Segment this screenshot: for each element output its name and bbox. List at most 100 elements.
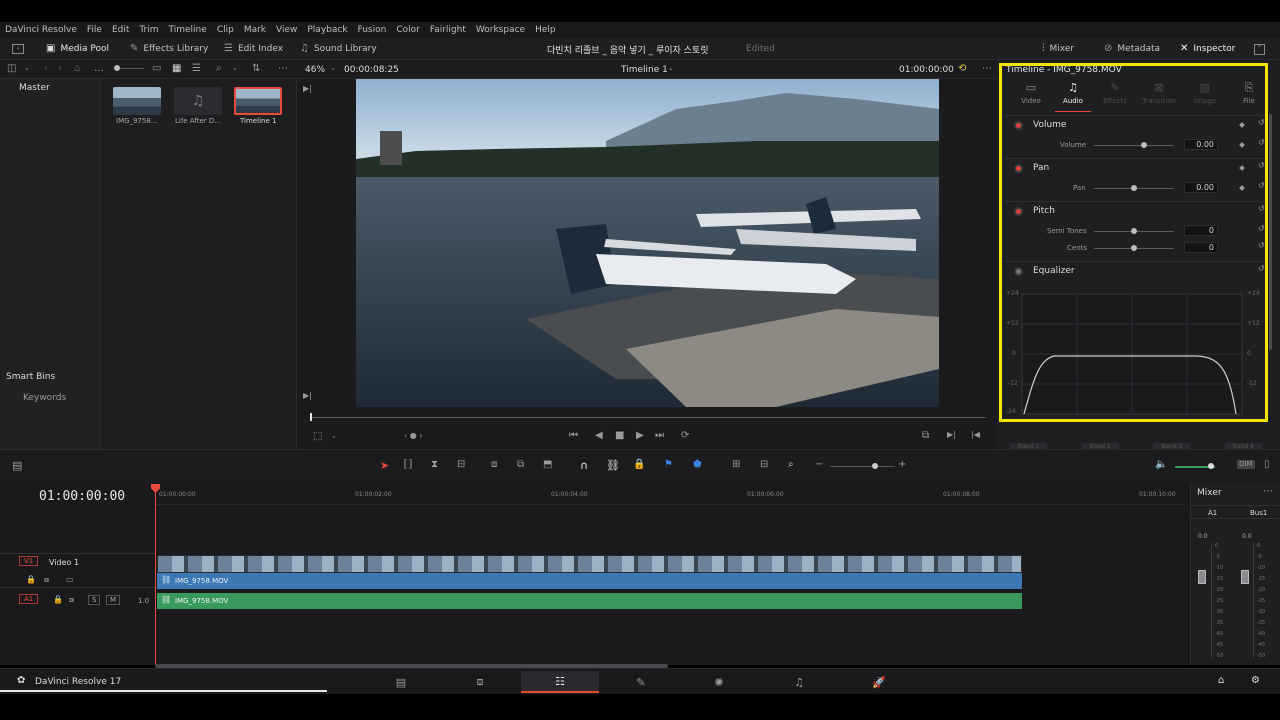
marker-icon[interactable]: ⬟: [693, 460, 702, 470]
playhead[interactable]: [151, 484, 160, 665]
volume-value[interactable]: 0.00: [1184, 139, 1218, 150]
menu-item-workspace[interactable]: Workspace: [476, 25, 525, 35]
monitor-volume-slider[interactable]: [1175, 463, 1215, 469]
keyframe-icon[interactable]: [1239, 165, 1245, 171]
keyframe-icon[interactable]: [1239, 142, 1245, 148]
more-icon[interactable]: ⋯: [982, 64, 992, 74]
thumbnail-size-slider[interactable]: [114, 65, 144, 71]
menu-item-fusion[interactable]: Fusion: [358, 25, 387, 35]
reset-icon[interactable]: ↺: [1258, 205, 1265, 213]
semitones-slider[interactable]: [1094, 228, 1174, 234]
tab-file[interactable]: ⎘ File: [1233, 82, 1265, 105]
menu-item-playback[interactable]: Playback: [307, 25, 347, 35]
menu-item-davinci-resolve[interactable]: DaVinci Resolve: [5, 25, 77, 35]
speaker-icon[interactable]: 🔈: [1155, 460, 1167, 470]
overwrite-clip-icon[interactable]: ⧉: [517, 460, 524, 470]
pane-toggle-icon[interactable]: ▯: [1264, 460, 1270, 470]
keyframe-icon[interactable]: [1239, 185, 1245, 191]
equalizer-enable-toggle[interactable]: [1014, 267, 1023, 276]
sync-icon[interactable]: ⟲: [958, 64, 966, 74]
forward-icon[interactable]: ›: [58, 64, 62, 74]
prev-marker-icon[interactable]: |◀: [971, 431, 980, 439]
menu-item-help[interactable]: Help: [535, 25, 556, 35]
pan-enable-toggle[interactable]: [1014, 164, 1023, 173]
timeline-thumbnail[interactable]: [234, 87, 282, 115]
back-icon[interactable]: ‹: [44, 64, 48, 74]
zoom-full-icon[interactable]: ⊞: [732, 460, 740, 470]
selection-tool-icon[interactable]: ➤: [380, 460, 389, 471]
timeline-ruler[interactable]: 01:00:00:00 01:00:02:00 01:00:04:00 01:0…: [155, 483, 1185, 505]
more-options-icon[interactable]: ⋯: [278, 64, 288, 74]
linked-selection-icon[interactable]: ⛓: [606, 460, 620, 471]
zoom-slider[interactable]: [830, 463, 895, 469]
page-edit-button[interactable]: ☷: [521, 671, 599, 693]
menu-item-mark[interactable]: Mark: [244, 25, 266, 35]
bus1-fader-handle[interactable]: [1241, 570, 1249, 584]
volume-slider-knob[interactable]: [1140, 142, 1147, 148]
media-pool-button[interactable]: ▣ Media Pool: [46, 42, 109, 56]
sidebar-toggle-icon[interactable]: ◫: [7, 64, 16, 74]
page-media-button[interactable]: ▤: [362, 671, 440, 693]
edit-index-button[interactable]: ☰ Edit Index: [224, 42, 283, 56]
flag-icon[interactable]: ⚑: [664, 460, 673, 470]
replace-clip-icon[interactable]: ⬒: [543, 460, 552, 470]
reset-icon[interactable]: ↺: [1258, 265, 1265, 273]
loop-icon[interactable]: ⟳: [681, 431, 689, 441]
reset-icon[interactable]: ↺: [1258, 139, 1265, 147]
zoom-custom-icon[interactable]: ⌕: [788, 460, 794, 470]
expand-button[interactable]: ⌃: [1254, 42, 1265, 56]
page-deliver-button[interactable]: 🚀: [840, 671, 918, 693]
match-frame-icon[interactable]: ⧉: [922, 431, 929, 441]
page-cut-button[interactable]: ⧈: [441, 671, 519, 693]
scrubber-track[interactable]: [310, 413, 986, 421]
go-to-end-icon[interactable]: ⏭: [655, 431, 664, 441]
metadata-button[interactable]: ⊘ Metadata: [1104, 42, 1160, 56]
zoom-detail-icon[interactable]: ⊟: [760, 460, 768, 470]
cents-slider[interactable]: [1094, 245, 1174, 251]
timeline-name[interactable]: Timeline 1: [621, 65, 668, 75]
lock-icon[interactable]: 🔒: [26, 576, 36, 584]
more-icon[interactable]: …: [94, 64, 104, 74]
pan-slider[interactable]: [1094, 185, 1174, 191]
menu-item-file[interactable]: File: [87, 25, 102, 35]
insert-clip-icon[interactable]: ⧈: [491, 460, 497, 470]
tab-video[interactable]: ▭ Video: [1013, 82, 1049, 105]
video-frame[interactable]: [356, 79, 939, 407]
video-clip[interactable]: ⛓ IMG_9758.MOV: [157, 573, 1022, 589]
menu-item-view[interactable]: View: [276, 25, 297, 35]
next-marker-icon[interactable]: ▶|: [947, 431, 956, 439]
workspace-toggle-button[interactable]: ⌄: [12, 42, 24, 56]
v1-track-id[interactable]: V1: [19, 556, 39, 566]
tab-audio[interactable]: ♫ Audio: [1055, 82, 1091, 112]
chevron-down-icon[interactable]: ⌄: [331, 433, 337, 440]
lock-icon[interactable]: 🔒: [53, 596, 63, 604]
dim-button[interactable]: DIM: [1237, 460, 1255, 469]
home-icon[interactable]: ⌂: [1218, 676, 1224, 686]
play-icon[interactable]: ▶: [636, 431, 644, 441]
mixer-button[interactable]: ⫶ Mixer: [1042, 42, 1074, 56]
auto-select-icon[interactable]: ⧇: [69, 596, 74, 604]
go-to-start-icon[interactable]: ⏮: [569, 431, 578, 441]
page-fairlight-button[interactable]: ♫: [760, 671, 838, 693]
blade-tool-icon[interactable]: ⊟: [457, 460, 465, 470]
reset-icon[interactable]: ↺: [1258, 242, 1265, 250]
viewer-zoom[interactable]: 46%: [305, 65, 325, 75]
page-fusion-button[interactable]: ✎: [602, 671, 680, 693]
menu-item-trim[interactable]: Trim: [139, 25, 158, 35]
solo-button[interactable]: S: [88, 595, 101, 605]
audio-clip[interactable]: ⛓ IMG_9758.MOV: [157, 593, 1022, 609]
timeline-view-options-icon[interactable]: ▤: [12, 460, 22, 471]
volume-enable-toggle[interactable]: [1014, 121, 1023, 130]
menu-item-timeline[interactable]: Timeline: [169, 25, 207, 35]
semitones-value[interactable]: 0: [1184, 225, 1218, 236]
menu-item-fairlight[interactable]: Fairlight: [430, 25, 466, 35]
chevron-down-icon[interactable]: ⌄: [24, 65, 30, 72]
eq-graph[interactable]: +24 +12 0 -12 -24 +24 +12 0 -12: [1004, 288, 1268, 420]
chevron-down-icon[interactable]: ⌄: [232, 65, 238, 72]
keywords-bin[interactable]: Keywords: [23, 393, 66, 403]
master-bin[interactable]: Master: [19, 83, 50, 93]
chevron-down-icon[interactable]: ⌄: [330, 65, 336, 72]
reset-icon[interactable]: ↺: [1258, 225, 1265, 233]
semitones-slider-knob[interactable]: [1131, 228, 1137, 234]
more-icon[interactable]: ⋯: [1263, 487, 1273, 497]
